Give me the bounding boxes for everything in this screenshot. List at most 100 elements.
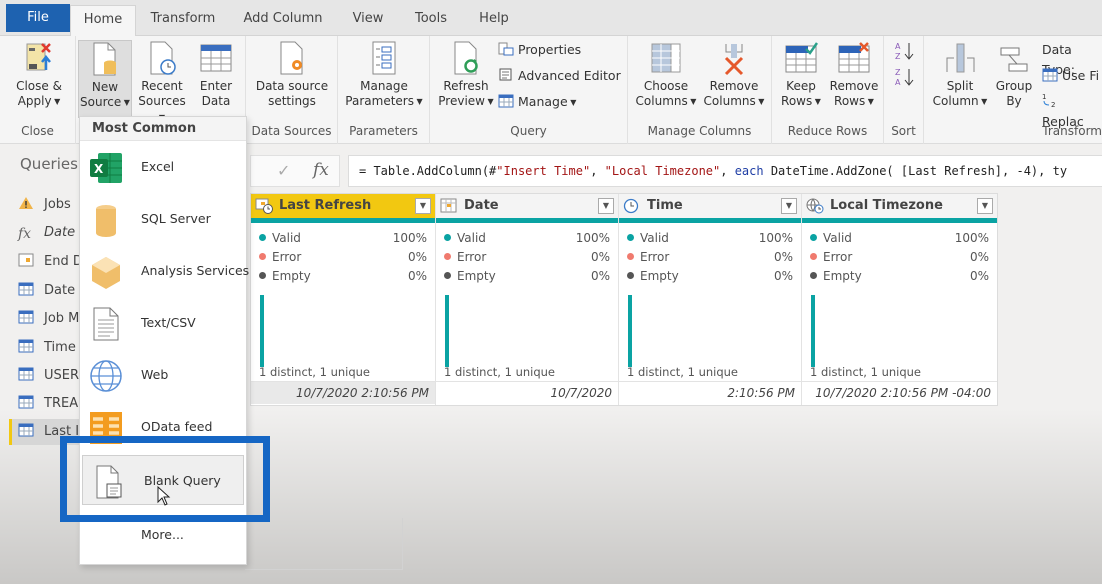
remove-rows-button[interactable]: Remove Rows ▼ <box>828 40 880 109</box>
query-item-job-m[interactable]: Job M <box>12 306 82 332</box>
column-header[interactable]: Local Timezone ▼ <box>802 194 997 218</box>
tab-home[interactable]: Home <box>70 5 136 37</box>
chevron-down-icon: ▼ <box>121 98 130 107</box>
cell-value[interactable]: 10/7/2020 <box>436 381 618 404</box>
data-source-settings-button[interactable]: Data source settings <box>250 40 334 109</box>
properties-button[interactable]: Properties <box>498 40 581 60</box>
empty-label: Empty <box>272 269 311 283</box>
error-row: Error 0% <box>627 248 793 267</box>
keep-rows-button[interactable]: Keep Rows ▼ <box>776 40 826 109</box>
valid-percent: 100% <box>758 231 793 245</box>
choose-columns-button[interactable]: Choose Columns ▼ <box>634 40 698 109</box>
use-first-row-button[interactable]: Use Fi <box>1042 66 1099 86</box>
table-icon <box>18 421 34 437</box>
datetime-icon[interactable] <box>255 198 273 214</box>
menu-item-text-csv[interactable]: Text/CSV <box>80 298 246 348</box>
cell-value[interactable]: 10/7/2020 2:10:56 PM <box>251 381 435 404</box>
query-item-time[interactable]: Time <box>12 335 82 361</box>
empty-dot-icon <box>810 272 817 279</box>
distribution-bar[interactable] <box>811 295 815 367</box>
column-filter-dropdown[interactable]: ▼ <box>977 198 993 214</box>
tab-tools[interactable]: Tools <box>405 5 457 36</box>
globe-icon <box>88 358 124 394</box>
query-item-end-date[interactable]: End D <box>12 249 82 275</box>
clock-icon[interactable] <box>623 198 641 214</box>
new-source-button[interactable]: New Source ▼ <box>78 40 132 118</box>
column-header[interactable]: Last Refresh ▼ <box>251 194 435 218</box>
distribution-bar[interactable] <box>260 295 264 367</box>
menu-item-analysis-services[interactable]: Analysis Services <box>80 246 249 296</box>
query-item-date-function[interactable]: fx Date <box>12 220 82 246</box>
query-item-trea[interactable]: TREA <box>12 391 82 417</box>
tab-help[interactable]: Help <box>470 5 518 36</box>
query-item-date[interactable]: Date <box>12 278 82 304</box>
ribbon-tab-bar: File Home Transform Add Column View Tool… <box>0 0 1102 37</box>
tab-file[interactable]: File <box>6 4 70 32</box>
sort-ascending-button[interactable]: AZ <box>894 40 916 64</box>
replace-values-button[interactable]: 1 2 Replac <box>1042 92 1102 129</box>
cell-value[interactable]: 10/7/2020 2:10:56 PM -04:00 <box>802 381 997 404</box>
globe-clock-icon[interactable] <box>806 198 824 214</box>
column-filter-dropdown[interactable]: ▼ <box>598 198 614 214</box>
manage-parameters-label-2: Parameters <box>345 94 414 108</box>
svg-text:Z: Z <box>895 52 901 61</box>
calendar-icon[interactable] <box>440 198 458 214</box>
commit-check-icon[interactable]: ✓ <box>277 161 290 180</box>
data-type-dropdown[interactable]: Data Type: <box>1042 40 1102 77</box>
close-apply-button[interactable]: Close & Apply ▼ <box>8 40 70 109</box>
text-file-icon <box>88 306 124 342</box>
column-filter-dropdown[interactable]: ▼ <box>781 198 797 214</box>
group-by-button[interactable]: Group By <box>992 40 1036 109</box>
sort-descending-button[interactable]: ZA <box>894 66 916 90</box>
ribbon-group-transform: Split Column ▼ Group By Data Type: Use F… <box>924 36 1102 144</box>
advanced-editor-button[interactable]: Advanced Editor <box>498 66 621 86</box>
queries-title: Queries <box>20 155 78 173</box>
refresh-preview-button[interactable]: Refresh Preview ▼ <box>436 40 496 109</box>
error-row: Error 0% <box>810 248 989 267</box>
enter-data-button[interactable]: Enter Data <box>194 40 238 109</box>
column-name: Time <box>647 198 683 213</box>
sort-ascending-icon: AZ <box>895 42 914 61</box>
column-header[interactable]: Time ▼ <box>619 194 801 218</box>
valid-dot-icon <box>444 234 451 241</box>
distribution-bar[interactable] <box>628 295 632 367</box>
formula-keyword: each <box>734 164 764 178</box>
valid-dot-icon <box>627 234 634 241</box>
valid-row: Valid 100% <box>810 229 989 248</box>
error-dot-icon <box>627 253 634 260</box>
menu-item-label: Excel <box>141 159 175 174</box>
tab-add-column[interactable]: Add Column <box>236 5 330 36</box>
menu-item-web[interactable]: Web <box>80 350 246 400</box>
remove-columns-button[interactable]: Remove Columns ▼ <box>702 40 766 109</box>
column-header[interactable]: Date ▼ <box>436 194 618 218</box>
distribution-bar[interactable] <box>445 295 449 367</box>
tab-view[interactable]: View <box>345 5 391 36</box>
manage-parameters-button[interactable]: Manage Parameters ▼ <box>342 40 426 109</box>
table-icon <box>199 40 233 76</box>
formula-input[interactable]: = Table.AddColumn(#"Insert Time", "Local… <box>348 155 1102 187</box>
formula-text: DateTime.AddZone( [Last Refresh], -4), t… <box>763 164 1068 178</box>
query-item-jobs[interactable]: Jobs <box>12 192 82 218</box>
menu-item-excel[interactable]: X Excel <box>80 142 246 192</box>
remove-rows-label-1: Remove <box>829 79 879 93</box>
function-icon[interactable]: fx <box>313 160 329 180</box>
empty-dot-icon <box>259 272 266 279</box>
column-filter-dropdown[interactable]: ▼ <box>415 198 431 214</box>
svg-text:A: A <box>895 42 901 51</box>
group-by-label-1: Group <box>995 79 1033 93</box>
recent-sources-button[interactable]: Recent Sources ▼ <box>134 40 190 125</box>
error-percent: 0% <box>590 250 610 264</box>
split-column-button[interactable]: Split Column ▼ <box>928 40 992 109</box>
replace-values-icon: 12 <box>1042 92 1058 109</box>
ribbon-group-query: Refresh Preview ▼ Properties Advanced Ed… <box>430 36 628 144</box>
recent-sources-label-1: Recent <box>141 79 183 93</box>
settings-file-icon <box>275 40 309 76</box>
menu-item-sql-server[interactable]: SQL Server <box>80 194 246 244</box>
query-item-user[interactable]: USER <box>12 363 82 389</box>
tab-transform[interactable]: Transform <box>143 5 223 36</box>
manage-button[interactable]: Manage ▼ <box>498 92 576 112</box>
cell-value[interactable]: 2:10:56 PM <box>619 381 801 404</box>
error-label: Error <box>640 250 670 264</box>
split-column-label-2: Column <box>932 94 979 108</box>
table-icon <box>498 94 514 108</box>
